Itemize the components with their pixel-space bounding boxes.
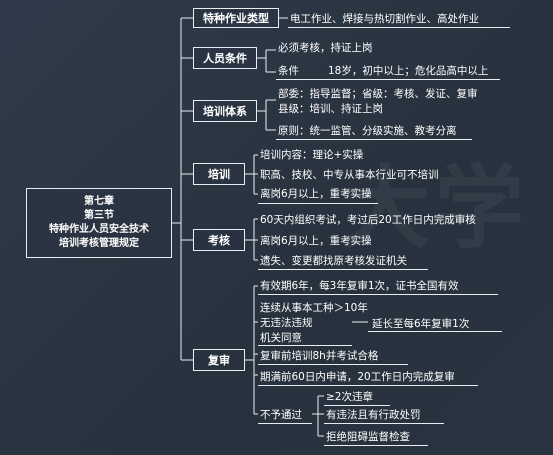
- leaf-training-1: 职高、技校、中专从事本行业可不培训: [260, 169, 439, 181]
- category-review-label: 复审: [208, 354, 230, 367]
- leaf-exam-2: 遗失、变更都找原考核发证机关: [260, 255, 407, 267]
- leaf-exam-1: 离岗6月以上，重考实操: [260, 235, 372, 247]
- leaf-system-1: 县级：培训、持证上岗: [278, 103, 383, 115]
- leaf-conditions-0: 必须考核，持证上岗: [278, 42, 373, 54]
- underline: [258, 385, 478, 386]
- category-conditions-label: 人员条件: [203, 52, 247, 65]
- category-exam-label: 考核: [208, 234, 230, 247]
- category-types-label: 特种作业类型: [203, 12, 269, 25]
- category-review: 复审: [193, 349, 245, 371]
- underline: [324, 405, 390, 406]
- leaf-conditions-1: 条件: [278, 65, 299, 77]
- underline: [368, 331, 502, 332]
- category-system-label: 培训体系: [203, 105, 247, 118]
- root-topic: 第七章 第三节 特种作业人员安全技术 培训考核管理规定: [26, 188, 172, 258]
- leaf-review-1: 连续从事本工种＞10年: [260, 302, 368, 314]
- underline: [258, 423, 312, 424]
- underline: [258, 203, 378, 204]
- leaf-conditions-2: 18岁，初中以上；危化品高中以上: [328, 65, 489, 77]
- underline: [276, 139, 472, 140]
- underline: [258, 345, 352, 346]
- category-training-label: 培训: [208, 168, 230, 181]
- leaf-review-6: 期满前60日内申请，20工作日内完成复审: [260, 371, 455, 383]
- category-training: 培训: [193, 163, 245, 185]
- underline: [324, 423, 444, 424]
- underline: [324, 445, 428, 446]
- category-conditions: 人员条件: [193, 47, 257, 69]
- underline: [276, 79, 500, 80]
- leaf-review-9: 有违法且有行政处罚: [326, 409, 421, 421]
- root-title-line1: 特种作业人员安全技术: [49, 224, 149, 235]
- leaf-system-2: 原则：统一监管、分级实施、教考分离: [278, 125, 457, 137]
- leaf-exam-0: 60天内组织考试，考过后20工作日内完成审核: [260, 214, 476, 226]
- leaf-review-10: 拒绝阻碍监督检查: [326, 431, 410, 443]
- leaf-types-0: 电工作业、焊接与热切割作业、高处作业: [290, 13, 479, 25]
- leaf-review-7: 不予通过: [260, 409, 302, 421]
- leaf-review-0: 有效期6年，每3年复审1次，证书全国有效: [260, 280, 459, 292]
- root-chapter: 第七章: [84, 196, 114, 207]
- leaf-review-5: 复审前培训8h并考试合格: [260, 350, 379, 362]
- underline: [288, 27, 510, 28]
- underline: [258, 269, 428, 270]
- leaf-review-8: ≥2次违章: [326, 391, 373, 403]
- leaf-system-0: 部委：指导监督；省级：考核、发证、复审: [278, 88, 478, 100]
- leaf-review-3: 机关同意: [260, 332, 302, 344]
- leaf-training-0: 培训内容：理论+实操: [260, 149, 364, 161]
- root-section: 第三节: [84, 210, 114, 221]
- underline: [258, 294, 498, 295]
- category-system: 培训体系: [193, 100, 257, 122]
- underline: [258, 364, 408, 365]
- leaf-review-4: 延长至每6年复审1次: [372, 318, 470, 330]
- leaf-review-2: 无违法违规: [260, 317, 313, 329]
- category-exam: 考核: [193, 229, 245, 251]
- root-title-line2: 培训考核管理规定: [59, 238, 139, 249]
- category-types: 特种作业类型: [193, 8, 279, 28]
- leaf-training-2: 离岗6月以上，重考实操: [260, 188, 372, 200]
